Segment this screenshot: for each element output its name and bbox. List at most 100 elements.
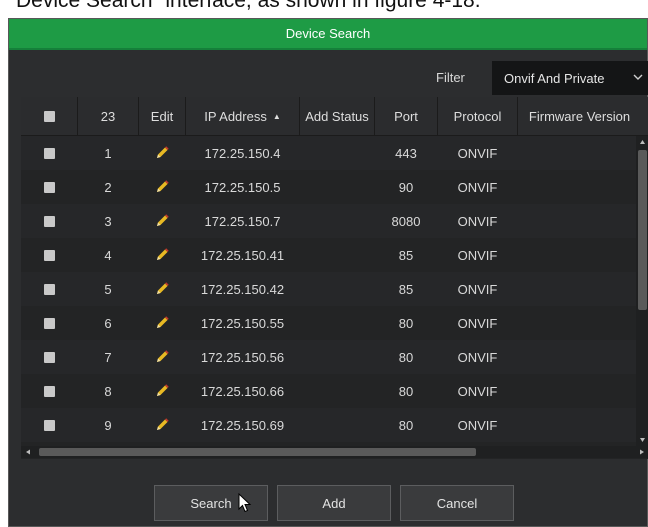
row-checkbox[interactable] [43, 215, 55, 227]
pencil-icon[interactable] [154, 145, 170, 161]
cell-port: 80 [398, 417, 414, 433]
table-row[interactable]: 4 172.25.150.41 85 ONVIF [21, 238, 636, 272]
row-edit-cell [139, 306, 185, 340]
vertical-scroll-thumb[interactable] [638, 150, 647, 310]
header-add-status: Add Status [300, 97, 375, 135]
cell-no: 2 [104, 179, 112, 195]
scroll-up-icon[interactable] [638, 138, 647, 146]
header-ip-address[interactable]: IP Address ▲ [186, 97, 300, 135]
cell-status [300, 204, 374, 238]
cell-firmware [518, 272, 636, 306]
chevron-down-icon [633, 74, 643, 80]
cell-status [300, 340, 374, 374]
cell-protocol: ONVIF [457, 281, 498, 297]
pencil-icon[interactable] [154, 213, 170, 229]
pencil-icon[interactable] [154, 383, 170, 399]
cancel-button[interactable]: Cancel [400, 485, 514, 521]
cell-no: 4 [104, 247, 112, 263]
cell-protocol: ONVIF [457, 315, 498, 331]
select-all-checkbox[interactable] [43, 110, 55, 122]
cell-ip: 172.25.150.56 [200, 349, 285, 365]
pencil-icon[interactable] [154, 247, 170, 263]
cancel-button-label: Cancel [436, 495, 478, 511]
dialog-title: Device Search [285, 26, 371, 41]
cell-status [300, 408, 374, 442]
cell-firmware [518, 408, 636, 442]
row-checkbox[interactable] [43, 385, 55, 397]
pencil-icon[interactable] [154, 281, 170, 297]
scroll-right-icon[interactable] [638, 448, 646, 456]
filter-selected-value: Onvif And Private [504, 70, 605, 86]
table-header: 23 Edit IP Address ▲ Add Status Port Pro… [21, 97, 648, 136]
cell-firmware [518, 306, 636, 340]
cell-protocol: ONVIF [457, 417, 498, 433]
cell-protocol: ONVIF [457, 145, 498, 161]
table-row[interactable]: 2 172.25.150.5 90 ONVIF [21, 170, 636, 204]
header-ip-label: IP Address [204, 108, 267, 124]
cell-protocol: ONVIF [457, 383, 498, 399]
row-select-cell [21, 170, 77, 204]
pencil-icon[interactable] [154, 417, 170, 433]
table-row[interactable]: 3 172.25.150.7 8080 ONVIF [21, 204, 636, 238]
row-checkbox[interactable] [43, 351, 55, 363]
table-row[interactable]: 9 172.25.150.69 80 ONVIF [21, 408, 636, 442]
pencil-icon[interactable] [154, 179, 170, 195]
row-checkbox[interactable] [43, 317, 55, 329]
vertical-scrollbar[interactable] [636, 136, 648, 446]
row-edit-cell [139, 340, 185, 374]
cell-status [300, 170, 374, 204]
row-edit-cell [139, 408, 185, 442]
table-row[interactable]: 5 172.25.150.42 85 ONVIF [21, 272, 636, 306]
row-checkbox[interactable] [43, 283, 55, 295]
header-protocol: Protocol [438, 97, 518, 135]
row-checkbox[interactable] [43, 181, 55, 193]
row-edit-cell [139, 238, 185, 272]
horizontal-scroll-thumb[interactable] [39, 448, 476, 456]
cell-ip: 172.25.150.7 [204, 213, 281, 229]
scroll-left-icon[interactable] [24, 448, 32, 456]
row-select-cell [21, 272, 77, 306]
cell-status [300, 306, 374, 340]
table-row[interactable]: 1 172.25.150.4 443 ONVIF [21, 136, 636, 170]
table-row[interactable]: 6 172.25.150.55 80 ONVIF [21, 306, 636, 340]
header-firmware-version: Firmware Version [528, 108, 631, 124]
cell-port: 8080 [391, 213, 421, 229]
row-checkbox[interactable] [43, 147, 55, 159]
cell-firmware [518, 170, 636, 204]
row-edit-cell [139, 170, 185, 204]
cell-no: 8 [104, 383, 112, 399]
row-select-cell [21, 136, 77, 170]
row-checkbox[interactable] [43, 419, 55, 431]
row-checkbox[interactable] [43, 249, 55, 261]
row-edit-cell [139, 204, 185, 238]
header-count: 23 [78, 97, 139, 135]
table-row[interactable]: 8 172.25.150.66 80 ONVIF [21, 374, 636, 408]
table-body: 1 172.25.150.4 443 ONVIF 2 172.25.150.5 90 ONVI… [21, 136, 636, 446]
table-row[interactable]: 7 172.25.150.56 80 ONVIF [21, 340, 636, 374]
row-edit-cell [139, 136, 185, 170]
cell-ip: 172.25.150.41 [200, 247, 285, 263]
cell-port: 85 [398, 247, 414, 263]
cell-ip: 172.25.150.66 [200, 383, 285, 399]
cell-firmware [518, 136, 636, 170]
add-button[interactable]: Add [277, 485, 391, 521]
cell-no: 1 [104, 145, 112, 161]
cell-status [300, 136, 374, 170]
filter-label: Filter [436, 70, 465, 85]
cell-port: 80 [398, 383, 414, 399]
device-search-dialog: Device Search Filter Onvif And Private 2… [8, 18, 648, 527]
dialog-title-bar: Device Search [9, 19, 647, 50]
row-select-cell [21, 340, 77, 374]
pencil-icon[interactable] [154, 315, 170, 331]
search-button-label: Search [190, 495, 232, 511]
pencil-icon[interactable] [154, 349, 170, 365]
filter-dropdown[interactable]: Onvif And Private [492, 61, 648, 95]
scroll-down-icon[interactable] [638, 436, 647, 444]
cell-no: 6 [104, 315, 112, 331]
cell-status [300, 272, 374, 306]
cell-ip: 172.25.150.69 [200, 417, 285, 433]
horizontal-scrollbar[interactable] [21, 446, 648, 458]
cell-port: 443 [395, 145, 417, 161]
row-select-cell [21, 374, 77, 408]
header-edit: Edit [139, 97, 186, 135]
